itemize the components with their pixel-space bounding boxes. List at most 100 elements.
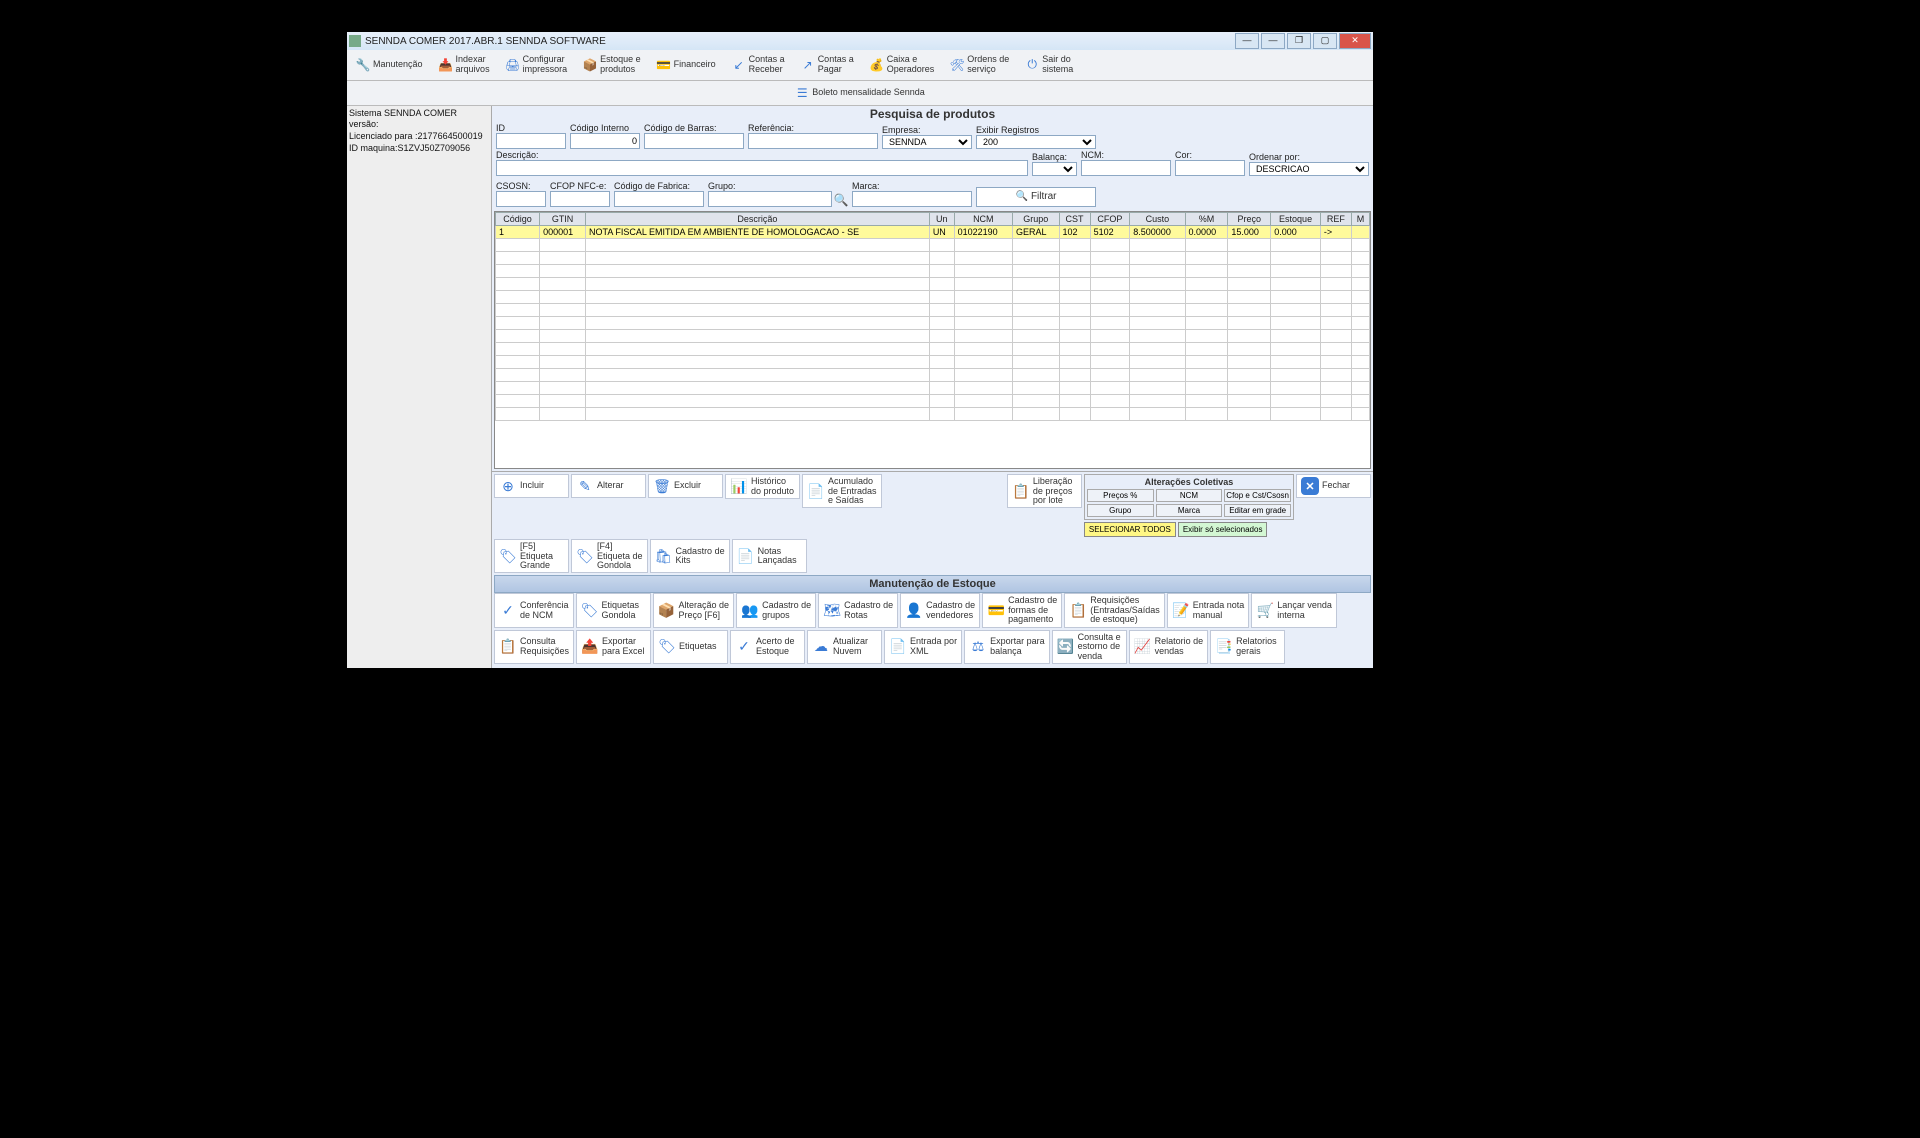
- action-excluir[interactable]: 🗑Excluir: [648, 474, 723, 498]
- col-header[interactable]: %M: [1185, 212, 1228, 225]
- table-row[interactable]: [496, 381, 1370, 394]
- maximize-button[interactable]: ▢: [1313, 33, 1337, 49]
- toolbar-caixa e[interactable]: 💰Caixa e Operadores: [863, 52, 942, 78]
- fechar-button[interactable]: ✕Fechar: [1296, 474, 1371, 498]
- action-conferência-de ncm[interactable]: ✓Conferência de NCM: [494, 593, 574, 627]
- ordenar-select[interactable]: DESCRICAO: [1249, 162, 1369, 176]
- action-acerto de-estoque[interactable]: ✓Acerto de Estoque: [730, 630, 805, 664]
- alter-btn[interactable]: Grupo: [1087, 504, 1154, 517]
- ncm-input[interactable]: [1081, 160, 1171, 176]
- minimize-button-2[interactable]: —: [1261, 33, 1285, 49]
- minimize-button[interactable]: —: [1235, 33, 1259, 49]
- table-row[interactable]: [496, 329, 1370, 342]
- window-close-button[interactable]: ✕: [1339, 33, 1371, 49]
- col-header[interactable]: CST: [1059, 212, 1090, 225]
- action-cadastro de-rotas[interactable]: 🗺Cadastro de Rotas: [818, 593, 898, 627]
- table-row[interactable]: [496, 394, 1370, 407]
- toolbar-financeiro[interactable]: 💳Financeiro: [650, 52, 723, 78]
- action-cadastro de-formas de-pagamento[interactable]: 💳Cadastro de formas de pagamento: [982, 593, 1062, 627]
- action-requisições-(entradas/saídas-de estoque)[interactable]: 📋Requisições (Entradas/Saídas de estoque…: [1064, 593, 1165, 627]
- codigo-barras-input[interactable]: [644, 133, 744, 149]
- table-row[interactable]: [496, 251, 1370, 264]
- restore-button[interactable]: ❐: [1287, 33, 1311, 49]
- action-cadastro de-vendedores[interactable]: 👤Cadastro de vendedores: [900, 593, 980, 627]
- action-consulta e-estorno de-venda[interactable]: 🔄Consulta e estorno de venda: [1052, 630, 1127, 664]
- col-header[interactable]: Custo: [1130, 212, 1185, 225]
- toolbar-contas a[interactable]: ↗Contas a Pagar: [794, 52, 861, 78]
- action-[f4]-etiqueta de-gondola[interactable]: 🏷[F4] Etiqueta de Gondola: [571, 539, 648, 573]
- action-etiquetas-gondola[interactable]: 🏷Etiquetas Gondola: [576, 593, 651, 627]
- action-exportar para-balança[interactable]: ⚖Exportar para balança: [964, 630, 1050, 664]
- alter-btn[interactable]: NCM: [1156, 489, 1223, 502]
- product-grid[interactable]: CódigoGTINDescriçãoUnNCMGrupoCSTCFOPCust…: [494, 211, 1371, 469]
- action-entrada nota-manual[interactable]: 📝Entrada nota manual: [1167, 593, 1250, 627]
- action-alteração de-preço [f6][interactable]: 📦Alteração de Preço [F6]: [653, 593, 735, 627]
- action-alterar[interactable]: ✎Alterar: [571, 474, 646, 498]
- cfop-nfce-input[interactable]: [550, 191, 610, 207]
- alter-btn[interactable]: Preços %: [1087, 489, 1154, 502]
- action-exportar-para excel[interactable]: 📤Exportar para Excel: [576, 630, 651, 664]
- action-cadastro de-kits[interactable]: 🛍Cadastro de Kits: [650, 539, 730, 573]
- col-header[interactable]: NCM: [954, 212, 1012, 225]
- table-row[interactable]: [496, 277, 1370, 290]
- table-row[interactable]: [496, 303, 1370, 316]
- marca-input[interactable]: [852, 191, 972, 207]
- empresa-select[interactable]: SENNDA: [882, 135, 972, 149]
- action-histórico-do produto[interactable]: 📊Histórico do produto: [725, 474, 800, 499]
- cor-input[interactable]: [1175, 160, 1245, 176]
- referencia-input[interactable]: [748, 133, 878, 149]
- action-etiquetas[interactable]: 🏷Etiquetas: [653, 630, 728, 664]
- action-[f5]-etiqueta-grande[interactable]: 🏷[F5] Etiqueta Grande: [494, 539, 569, 573]
- action-atualizar-nuvem[interactable]: ☁Atualizar Nuvem: [807, 630, 882, 664]
- col-header[interactable]: Un: [929, 212, 954, 225]
- csosn-input[interactable]: [496, 191, 546, 207]
- table-row[interactable]: [496, 290, 1370, 303]
- descricao-input[interactable]: [496, 160, 1028, 176]
- table-row[interactable]: [496, 368, 1370, 381]
- search-icon[interactable]: 🔍: [834, 193, 848, 207]
- col-header[interactable]: REF: [1320, 212, 1351, 225]
- toolbar-sair do[interactable]: ⏻Sair do sistema: [1018, 52, 1080, 78]
- action-cadastro de-grupos[interactable]: 👥Cadastro de grupos: [736, 593, 816, 627]
- action-acumulado-de entradas-e saídas[interactable]: 📄Acumulado de Entradas e Saídas: [802, 474, 882, 508]
- toolbar-indexar[interactable]: 📥Indexar arquivos: [432, 52, 497, 78]
- codigo-fabrica-input[interactable]: [614, 191, 704, 207]
- action-relatorio de-vendas[interactable]: 📈Relatorio de vendas: [1129, 630, 1209, 664]
- alter-btn[interactable]: Editar em grade: [1224, 504, 1291, 517]
- table-row[interactable]: [496, 238, 1370, 251]
- codigo-interno-input[interactable]: [570, 133, 640, 149]
- balanca-select[interactable]: [1032, 162, 1077, 176]
- col-header[interactable]: M: [1351, 212, 1369, 225]
- toolbar-ordens de[interactable]: 🛠Ordens de serviço: [943, 52, 1016, 78]
- toolbar-configurar[interactable]: 🖨Configurar impressora: [499, 52, 575, 78]
- filtrar-button[interactable]: 🔍Filtrar: [976, 187, 1096, 207]
- table-row[interactable]: [496, 355, 1370, 368]
- boleto-button[interactable]: ☰ Boleto mensalidade Sennda: [788, 83, 932, 103]
- action-relatorios-gerais[interactable]: 📑Relatorios gerais: [1210, 630, 1285, 664]
- action-incluir[interactable]: ⊕Incluir: [494, 474, 569, 498]
- table-row[interactable]: [496, 264, 1370, 277]
- col-header[interactable]: GTIN: [540, 212, 586, 225]
- action-lançar venda-interna[interactable]: 🛒Lançar venda interna: [1251, 593, 1337, 627]
- alter-btn[interactable]: Cfop e Cst/Csosn: [1224, 489, 1291, 502]
- table-row[interactable]: [496, 407, 1370, 420]
- action-notas-lançadas[interactable]: 📄Notas Lançadas: [732, 539, 807, 573]
- table-row[interactable]: [496, 342, 1370, 355]
- toolbar-estoque e[interactable]: 📦Estoque e produtos: [576, 52, 648, 78]
- col-header[interactable]: Estoque: [1271, 212, 1321, 225]
- toolbar-contas a[interactable]: ↙Contas a Receber: [725, 52, 792, 78]
- alter-btn[interactable]: Marca: [1156, 504, 1223, 517]
- col-header[interactable]: Grupo: [1013, 212, 1060, 225]
- action-consulta-requisições[interactable]: 📋Consulta Requisições: [494, 630, 574, 664]
- action-entrada por-xml[interactable]: 📄Entrada por XML: [884, 630, 962, 664]
- id-input[interactable]: [496, 133, 566, 149]
- toolbar-manutenção[interactable]: 🔧Manutenção: [349, 52, 430, 78]
- exibir-select[interactable]: 200: [976, 135, 1096, 149]
- table-row[interactable]: 1000001NOTA FISCAL EMITIDA EM AMBIENTE D…: [496, 225, 1370, 238]
- col-header[interactable]: Preço: [1228, 212, 1271, 225]
- select-all-button[interactable]: SELECIONAR TODOS: [1084, 522, 1176, 537]
- col-header[interactable]: Descrição: [586, 212, 930, 225]
- show-selected-button[interactable]: Exibir só selecionados: [1178, 522, 1268, 537]
- table-row[interactable]: [496, 316, 1370, 329]
- grupo-input[interactable]: [708, 191, 832, 207]
